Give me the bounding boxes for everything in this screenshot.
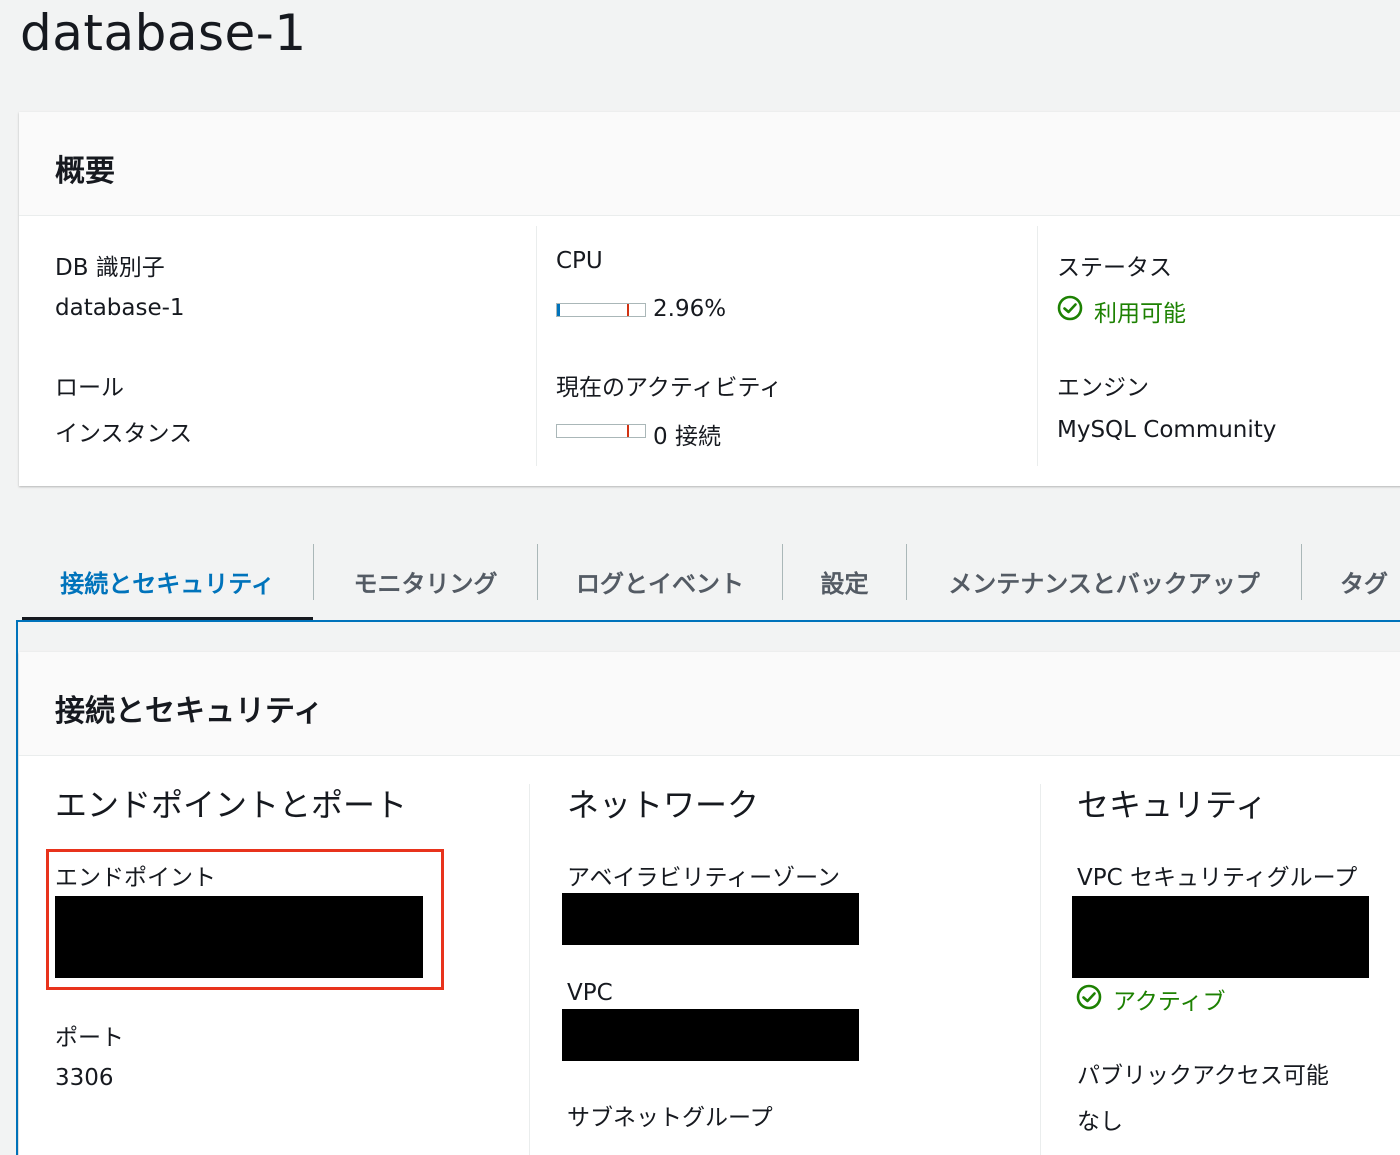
public-access-value: なし (1077, 1109, 1123, 1135)
activity-value: 0 接続 (653, 424, 721, 450)
endpoint-section-title: エンドポイントとポート (55, 786, 408, 824)
port-label: ポート (55, 1025, 124, 1051)
network-section-title: ネットワーク (567, 786, 760, 824)
db-identifier-label: DB 識別子 (55, 255, 165, 281)
column-divider (536, 226, 537, 466)
engine-label: エンジン (1057, 375, 1149, 401)
page-title: database-1 (20, 4, 307, 62)
tab-panel-top-border (17, 620, 1400, 622)
public-access-label: パブリックアクセス可能 (1077, 1063, 1329, 1089)
engine-value: MySQL Community (1057, 417, 1277, 443)
tab-monitoring[interactable]: モニタリング (314, 540, 537, 622)
activity-meter (556, 424, 646, 438)
port-value: 3306 (55, 1065, 114, 1091)
tab-connectivity-security[interactable]: 接続とセキュリティ (22, 540, 313, 622)
role-label: ロール (55, 375, 124, 401)
column-divider (1037, 226, 1038, 466)
tab-configuration[interactable]: 設定 (783, 540, 906, 622)
tab-separator (1301, 544, 1302, 600)
tab-tags[interactable]: タグ (1324, 540, 1400, 622)
role-value: インスタンス (55, 421, 193, 447)
status-label: ステータス (1057, 255, 1172, 281)
cpu-label: CPU (556, 248, 603, 274)
column-divider (529, 784, 530, 1155)
activity-meter-threshold (627, 425, 629, 437)
active-check-icon (1076, 984, 1102, 1010)
security-section-title: セキュリティ (1077, 786, 1268, 824)
cpu-meter (556, 303, 646, 317)
vpc-security-group-redacted (1072, 896, 1369, 978)
cpu-meter-fill (557, 304, 560, 316)
activity-label: 現在のアクティビティ (556, 375, 783, 401)
summary-header: 概要 (19, 112, 1400, 216)
tab-panel-left-border (16, 620, 18, 1155)
availability-zone-label: アベイラビリティーゾーン (567, 865, 841, 891)
cpu-value: 2.96% (653, 296, 727, 322)
connectivity-header: 接続とセキュリティ (19, 652, 1400, 756)
subnet-group-label: サブネットグループ (567, 1105, 773, 1131)
status-value: 利用可能 (1094, 301, 1186, 327)
summary-title: 概要 (55, 154, 115, 189)
tab-logs-events[interactable]: ログとイベント (538, 540, 782, 622)
connectivity-panel: 接続とセキュリティ エンドポイントとポート エンドポイント ポート 3306 ネ… (19, 652, 1400, 1155)
availability-zone-redacted (562, 893, 859, 945)
column-divider (1040, 784, 1041, 1155)
summary-panel: 概要 DB 識別子 database-1 ロール インスタンス CPU 2.96… (19, 112, 1400, 486)
vpc-security-group-label: VPC セキュリティグループ (1077, 865, 1358, 891)
endpoint-value-redacted (55, 896, 423, 978)
status-check-icon (1057, 295, 1083, 321)
cpu-meter-threshold (627, 304, 629, 316)
endpoint-label: エンドポイント (55, 865, 216, 891)
vpc-value-redacted (562, 1009, 859, 1061)
tab-maintenance-backup[interactable]: メンテナンスとバックアップ (907, 540, 1301, 622)
tab-bar: 接続とセキュリティ モニタリング ログとイベント 設定 メンテナンスとバックアッ… (22, 540, 1400, 622)
vpc-label: VPC (567, 980, 613, 1006)
db-identifier-value: database-1 (55, 295, 185, 321)
vpc-security-group-status: アクティブ (1113, 989, 1226, 1015)
connectivity-title: 接続とセキュリティ (55, 694, 324, 729)
